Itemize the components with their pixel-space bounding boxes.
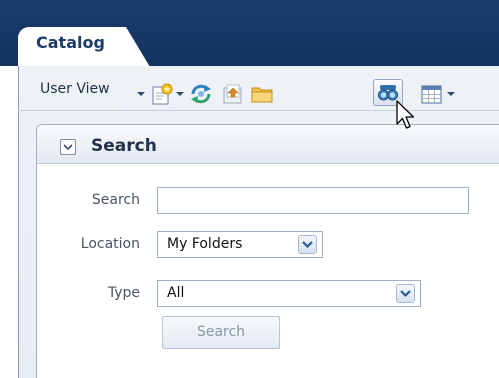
- collapse-toggle-icon[interactable]: [60, 139, 76, 155]
- location-select-value: My Folders: [167, 236, 243, 252]
- type-select-value: All: [167, 285, 185, 301]
- location-select[interactable]: My Folders: [157, 231, 323, 258]
- chevron-down-icon[interactable]: [396, 284, 415, 303]
- toolbar-divider: [18, 110, 499, 111]
- upload-icon[interactable]: [221, 82, 245, 106]
- tab-title: Catalog: [36, 33, 105, 52]
- sync-icon[interactable]: [189, 82, 213, 106]
- user-view-menu[interactable]: User View: [40, 81, 110, 97]
- search-label: Search: [91, 192, 140, 208]
- new-item-icon[interactable]: [151, 83, 175, 107]
- view-grid-caret-icon[interactable]: [447, 92, 455, 96]
- folder-icon[interactable]: [250, 82, 274, 106]
- type-label: Type: [107, 285, 140, 301]
- mouse-cursor-icon: [396, 100, 418, 132]
- search-button[interactable]: Search: [162, 316, 280, 349]
- user-view-caret-icon[interactable]: [137, 92, 145, 96]
- location-label: Location: [80, 236, 140, 252]
- catalog-window: Catalog User View Search Search Location…: [0, 0, 499, 378]
- search-input[interactable]: [157, 187, 469, 214]
- view-grid-icon[interactable]: [420, 83, 444, 107]
- chevron-down-icon[interactable]: [298, 235, 317, 254]
- new-item-caret-icon[interactable]: [176, 92, 184, 96]
- type-select[interactable]: All: [157, 280, 421, 307]
- search-panel-title: Search: [91, 136, 157, 156]
